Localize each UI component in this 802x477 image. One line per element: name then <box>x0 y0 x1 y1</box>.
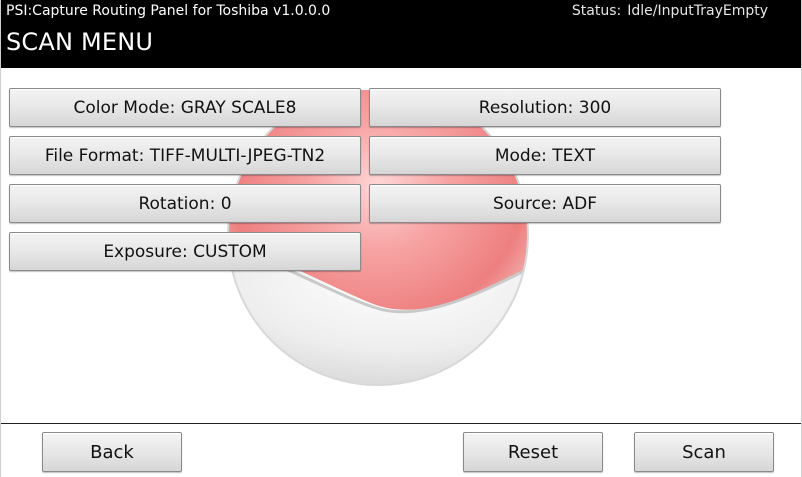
page-title: SCAN MENU <box>6 28 154 56</box>
app-title: PSI:Capture Routing Panel for Toshiba v1… <box>6 3 331 19</box>
source-button[interactable]: Source: ADF <box>369 184 721 223</box>
footer-divider <box>1 423 801 424</box>
exposure-button[interactable]: Exposure: CUSTOM <box>9 232 361 271</box>
scan-menu-screen: PSI:Capture Routing Panel for Toshiba v1… <box>0 0 802 477</box>
header-bar: PSI:Capture Routing Panel for Toshiba v1… <box>1 0 801 68</box>
color-mode-button[interactable]: Color Mode: GRAY SCALE8 <box>9 88 361 127</box>
status-label: Status: <box>571 3 622 19</box>
scan-button[interactable]: Scan <box>634 432 774 472</box>
mode-button[interactable]: Mode: TEXT <box>369 136 721 175</box>
reset-button[interactable]: Reset <box>463 432 603 472</box>
resolution-button[interactable]: Resolution: 300 <box>369 88 721 127</box>
back-button[interactable]: Back <box>42 432 182 472</box>
status-indicator: Status: Idle/InputTrayEmpty <box>572 2 768 20</box>
file-format-button[interactable]: File Format: TIFF-MULTI-JPEG-TN2 <box>9 136 361 175</box>
rotation-button[interactable]: Rotation: 0 <box>9 184 361 223</box>
status-value: Idle/InputTrayEmpty <box>627 3 768 19</box>
